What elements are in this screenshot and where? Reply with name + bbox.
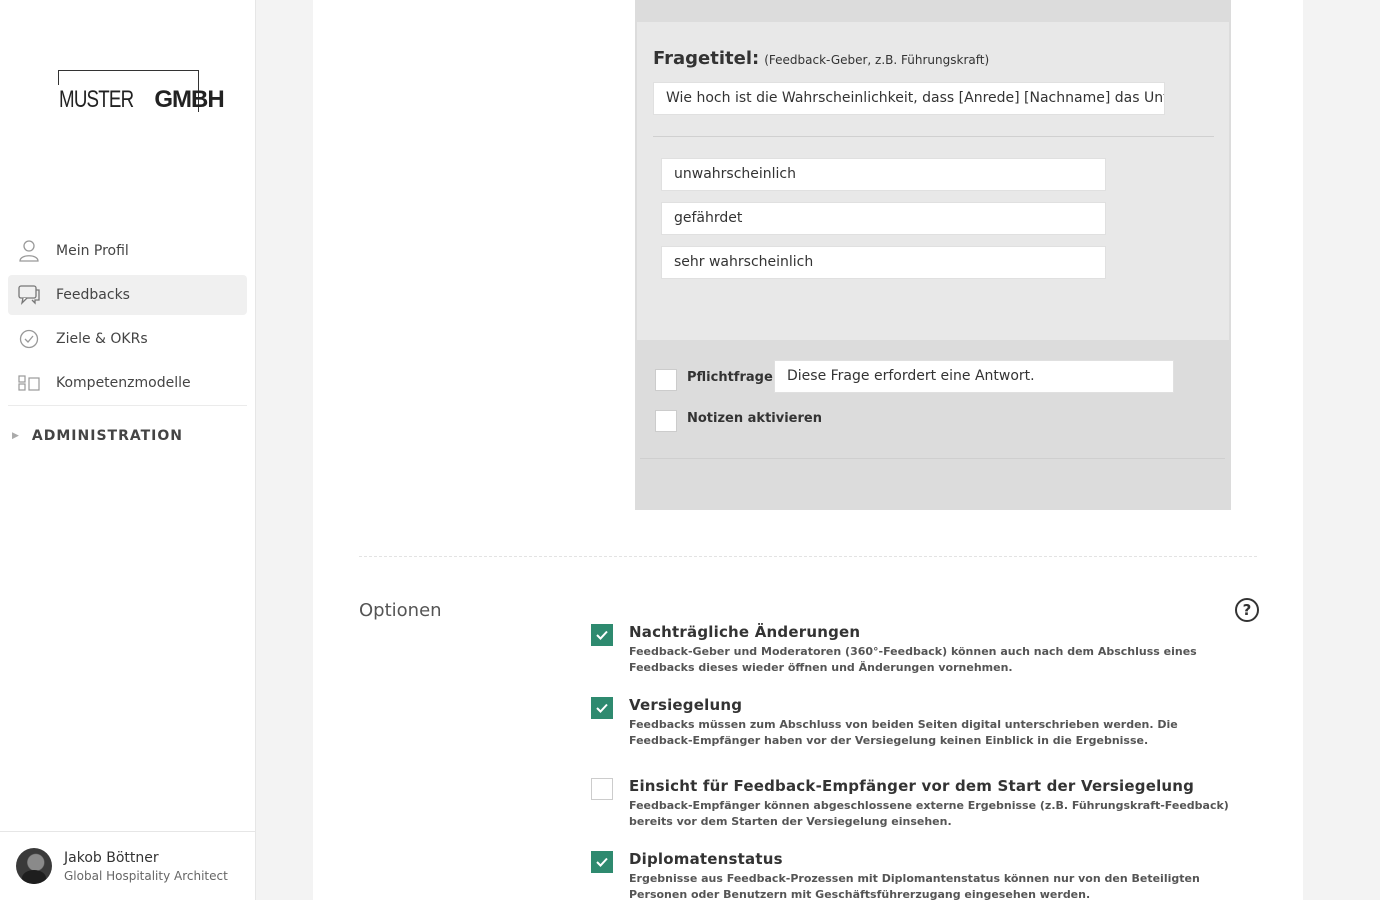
user-profile[interactable]: Jakob Böttner Global Hospitality Archite… — [0, 831, 255, 900]
caret-right-icon: ▶ — [12, 431, 19, 441]
sidebar-item-label: Kompetenzmodelle — [56, 375, 191, 391]
question-card: Fragetitel: (Feedback-Geber, z.B. Führun… — [635, 0, 1231, 510]
sidebar-item-competencies[interactable]: Kompetenzmodelle — [8, 363, 247, 403]
sidebar-item-label: Ziele & OKRs — [56, 331, 148, 347]
avatar — [16, 848, 52, 884]
checkmark-icon — [596, 630, 608, 640]
option-title: Versiegelung — [629, 696, 743, 714]
help-icon[interactable]: ? — [1235, 598, 1259, 622]
option-title: Nachträgliche Änderungen — [629, 623, 861, 641]
admin-label: ADMINISTRATION — [31, 428, 183, 444]
logo-text-thin: MUSTER — [59, 86, 134, 113]
user-icon — [18, 240, 40, 262]
sidebar-item-profile[interactable]: Mein Profil — [8, 231, 247, 271]
nav-divider — [8, 405, 247, 406]
divider — [640, 458, 1225, 459]
question-title-input[interactable]: Wie hoch ist die Wahrscheinlichkeit, das… — [653, 82, 1165, 115]
option-title: Einsicht für Feedback-Empfänger vor dem … — [629, 777, 1195, 795]
check-circle-icon — [18, 328, 40, 350]
option-checkbox[interactable] — [591, 697, 613, 719]
notes-checkbox[interactable] — [655, 410, 677, 432]
sidebar-item-label: Mein Profil — [56, 243, 129, 259]
main-nav: Mein Profil Feedbacks Ziele & OKRs Kompe… — [8, 231, 247, 406]
question-editor: Fragetitel: (Feedback-Geber, z.B. Führun… — [637, 22, 1229, 340]
required-checkbox[interactable] — [655, 369, 677, 391]
company-logo[interactable]: MUSTER GMBH — [58, 70, 225, 113]
sidebar-item-goals[interactable]: Ziele & OKRs — [8, 319, 247, 359]
option-description: Feedback-Geber und Moderatoren (360°-Fee… — [629, 645, 1197, 674]
sidebar-item-feedbacks[interactable]: Feedbacks — [8, 275, 247, 315]
divider — [653, 136, 1214, 137]
checkmark-icon — [596, 857, 608, 867]
answer-option-input[interactable]: unwahrscheinlich — [661, 158, 1106, 191]
option-description: Ergebnisse aus Feedback-Prozessen mit Di… — [629, 872, 1200, 900]
main-content: Fragetitel: (Feedback-Geber, z.B. Führun… — [313, 0, 1303, 900]
option-title: Diplomatenstatus — [629, 850, 783, 868]
blocks-icon — [18, 372, 40, 394]
option-checkbox[interactable] — [591, 778, 613, 800]
sidebar-item-administration[interactable]: ▶ ADMINISTRATION — [12, 428, 183, 444]
options-heading: Optionen — [359, 600, 442, 621]
section-divider — [359, 556, 1257, 557]
logo-text-bold: GMBH — [154, 86, 224, 113]
user-role: Global Hospitality Architect — [64, 869, 228, 883]
sidebar: MUSTER GMBH Mein Profil Feedbacks Ziele &… — [0, 0, 256, 900]
notes-label: Notizen aktivieren — [687, 411, 822, 426]
option-description: Feedback-Empfänger können abgeschlossene… — [629, 799, 1229, 828]
option-checkbox[interactable] — [591, 851, 613, 873]
option-description: Feedbacks müssen zum Abschluss von beide… — [629, 718, 1178, 747]
question-title-hint: (Feedback-Geber, z.B. Führungskraft) — [764, 53, 990, 67]
sidebar-item-label: Feedbacks — [56, 287, 130, 303]
answer-option-input[interactable]: gefährdet — [661, 202, 1106, 235]
option-checkbox[interactable] — [591, 624, 613, 646]
required-message-input[interactable]: Diese Frage erfordert eine Antwort. — [774, 360, 1174, 393]
chat-icon — [18, 284, 40, 306]
answer-option-input[interactable]: sehr wahrscheinlich — [661, 246, 1106, 279]
checkmark-icon — [596, 703, 608, 713]
user-name: Jakob Böttner — [64, 850, 159, 866]
question-title-label: Fragetitel: — [653, 48, 760, 69]
required-label: Pflichtfrage — [687, 370, 773, 385]
